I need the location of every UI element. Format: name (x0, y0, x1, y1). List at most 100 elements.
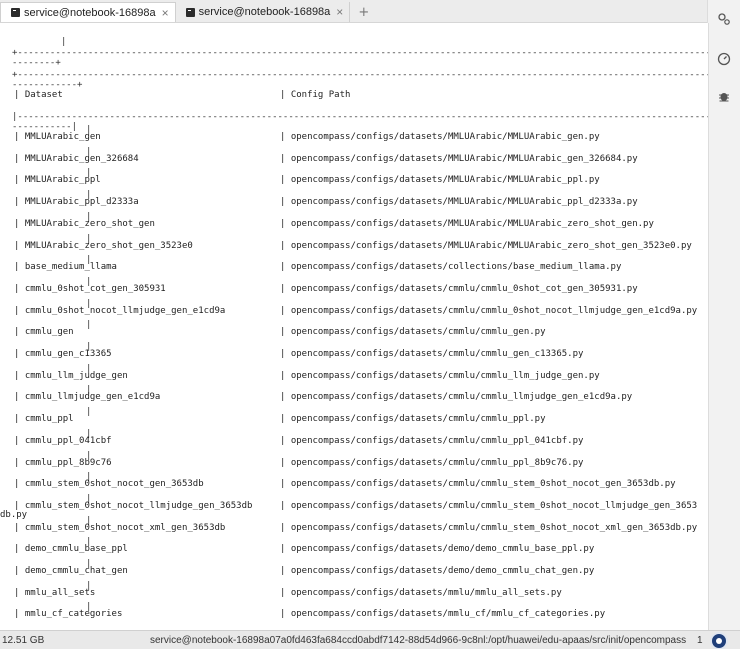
config-path-cell: | opencompass/configs/datasets/MMLUArabi… (280, 153, 638, 164)
table-row: | | mmlu_cf_categories | opencompass/confi… (0, 602, 700, 624)
right-toolbar (707, 0, 740, 630)
config-path-cell: | opencompass/configs/datasets/cmmlu/cmm… (280, 500, 698, 511)
dataset-cell: | MMLUArabic_ppl_d2333a (14, 197, 139, 208)
config-path-cell: | opencompass/configs/datasets/cmmlu/cmm… (280, 283, 638, 294)
table-top-border: +---------------------------------------… (12, 48, 708, 58)
table-row: | | cmmlu_gen | opencompass/configs/datase… (0, 320, 700, 342)
add-tab-button[interactable]: + (350, 2, 377, 22)
terminal-app: service@notebook-16898a × service@notebo… (0, 0, 740, 649)
table-top-border-wrap: --------+ (12, 58, 61, 68)
dataset-cell: | cmmlu_stem_0shot_nocot_xml_gen_3653db (14, 522, 226, 533)
table-row: | | cmmlu_stem_0shot_nocot_xml_gen_3653db… (0, 516, 700, 538)
config-path-cell: | opencompass/configs/datasets/cmmlu/cmm… (280, 522, 698, 533)
dataset-cell: | cmmlu_ppl_8b9c76 (14, 457, 112, 468)
dataset-cell: | base_medium_llama (14, 262, 117, 273)
dataset-cell: | cmmlu_stem_0shot_nocot_llmjudge_gen_36… (14, 500, 253, 511)
config-path-cell: | opencompass/configs/datasets/cmmlu/cmm… (280, 305, 698, 316)
dataset-cell: | cmmlu_llm_judge_gen (14, 370, 128, 381)
config-path-cell: | opencompass/configs/datasets/MMLUArabi… (280, 240, 692, 251)
config-path-cell: | opencompass/configs/datasets/cmmlu/cmm… (280, 370, 600, 381)
table-row: | | cmmlu_llm_judge_gen | opencompass/conf… (0, 364, 700, 386)
config-path-cell: | opencompass/configs/datasets/cmmlu/cmm… (280, 327, 546, 338)
dataset-cell: | MMLUArabic_zero_shot_gen (14, 218, 155, 229)
tab-terminal-1[interactable]: service@notebook-16898a × (0, 2, 176, 22)
tab-label: service@notebook-16898a (198, 6, 331, 18)
table-row: | | MMLUArabic_zero_shot_gen_3523e0 | open… (0, 234, 700, 256)
memory-usage: 12.51 GB (2, 635, 45, 646)
dataset-cell: | MMLUArabic_gen (14, 132, 101, 142)
cursor-mark: | (61, 37, 67, 47)
header-separator: |---------------------------------------… (12, 112, 708, 122)
header-border: +---------------------------------------… (12, 70, 708, 80)
header-dataset: | Dataset (14, 90, 63, 100)
terminal-output[interactable]: | +-------------------------------------… (0, 23, 709, 630)
config-path-cell: | opencompass/configs/datasets/mmlu/mmlu… (280, 587, 562, 598)
terminal-icon (185, 7, 195, 17)
dataset-cell: | cmmlu_ppl_041cbf (14, 435, 112, 446)
dataset-cell: | demo_cmmlu_base_ppl (14, 544, 128, 555)
config-path-cell: | opencompass/configs/datasets/MMLUArabi… (280, 132, 600, 142)
close-icon[interactable]: × (162, 6, 169, 20)
config-path-cell: | opencompass/configs/datasets/cmmlu/cmm… (280, 414, 546, 425)
dataset-cell: | cmmlu_0shot_cot_gen_305931 (14, 283, 166, 294)
dataset-cell: | cmmlu_ppl (14, 414, 74, 425)
tab-label: service@notebook-16898a (24, 6, 156, 19)
table-row: | | cmmlu_0shot_cot_gen_305931 | opencompa… (0, 277, 700, 299)
table-header-row: | Dataset | Config Path (0, 83, 700, 105)
table-row: | | cmmlu_llmjudge_gen_e1cd9a | opencompas… (0, 385, 700, 407)
table-row: | | cmmlu_ppl_8b9c76 | opencompass/configs… (0, 451, 700, 473)
config-path-cell: | opencompass/configs/datasets/cmmlu/cmm… (280, 349, 584, 359)
dataset-cell: | MMLUArabic_zero_shot_gen_3523e0 (14, 240, 193, 251)
dataset-cell: | cmmlu_gen (14, 327, 74, 338)
table-row: | | MMLUArabic_ppl_d2333a | opencompass/co… (0, 190, 700, 212)
dashboard-icon[interactable] (717, 52, 731, 66)
assistant-icon[interactable] (710, 632, 728, 649)
status-bar: 12.51 GB service@notebook-16898a07a0fd46… (0, 630, 740, 649)
close-icon[interactable]: × (336, 5, 343, 19)
terminal-icon (11, 8, 20, 17)
config-path-cell: | opencompass/configs/datasets/demo/demo… (280, 544, 595, 555)
dataset-cell: | mmlu_all_sets (14, 587, 96, 598)
settings-icon[interactable] (717, 12, 731, 26)
table-row: | | cmmlu_gen_c13365 | opencompass/configs… (0, 342, 700, 364)
config-path-cell: | opencompass/configs/datasets/cmmlu/cmm… (280, 435, 584, 446)
table-row: | | demo_cmmlu_base_ppl | opencompass/conf… (0, 537, 700, 559)
dataset-cell: | mmlu_cf_categories (14, 609, 123, 620)
config-path-cell: | opencompass/configs/datasets/cmmlu/cmm… (280, 392, 633, 403)
config-path-cell: | opencompass/configs/datasets/collectio… (280, 262, 622, 273)
table-row: | | cmmlu_ppl_041cbf | opencompass/configs… (0, 429, 700, 451)
session-path: service@notebook-16898a07a0fd463fa684ccd… (150, 635, 687, 646)
table-row: | | cmmlu_stem_0shot_nocot_llmjudge_gen_3… (0, 494, 700, 520)
tab-terminal-2[interactable]: service@notebook-16898a × (175, 2, 351, 22)
dataset-cell: | demo_cmmlu_chat_gen (14, 566, 128, 576)
config-path-cell: | opencompass/configs/datasets/demo/demo… (280, 566, 595, 576)
table-row: | | MMLUArabic_gen | opencompass/configs/d… (0, 125, 700, 147)
config-path-cell: | opencompass/configs/datasets/cmmlu/cmm… (280, 479, 676, 490)
header-config-path: | Config Path (280, 90, 351, 100)
config-path-cell: | opencompass/configs/datasets/MMLUArabi… (280, 175, 600, 186)
table-row: | | MMLUArabic_gen_326684 | opencompass/co… (0, 147, 700, 169)
config-path-cell: | opencompass/configs/datasets/mmlu_cf/m… (280, 609, 606, 620)
dataset-cell: | MMLUArabic_gen_326684 (14, 153, 139, 164)
session-count: 1 (697, 635, 703, 646)
dataset-cell: | cmmlu_stem_0shot_nocot_gen_3653db (14, 479, 204, 490)
table-row: | | MMLUArabic_zero_shot_gen | opencompass… (0, 212, 700, 234)
tab-bar: service@notebook-16898a × service@notebo… (0, 0, 708, 23)
table-row: | | MMLUArabic_ppl | opencompass/configs/d… (0, 168, 700, 190)
dataset-cell: | cmmlu_gen_c13365 (14, 349, 112, 359)
table-row: | | base_medium_llama | opencompass/config… (0, 255, 700, 277)
config-path-cell: | opencompass/configs/datasets/MMLUArabi… (280, 218, 654, 229)
table-row: | | cmmlu_ppl | opencompass/configs/datase… (0, 407, 700, 429)
wrap-mark: | (86, 320, 92, 331)
table-row: | | mmlu_all_sets | opencompass/configs/da… (0, 581, 700, 603)
bug-icon[interactable] (717, 89, 731, 103)
dataset-cell: | MMLUArabic_ppl (14, 175, 101, 186)
table-row: | | demo_cmmlu_chat_gen | opencompass/conf… (0, 559, 700, 581)
config-path-cell: | opencompass/configs/datasets/MMLUArabi… (280, 197, 638, 208)
table-row: | | cmmlu_stem_0shot_nocot_gen_3653db | op… (0, 472, 700, 494)
table-row: | | cmmlu_0shot_nocot_llmjudge_gen_e1cd9a… (0, 299, 700, 321)
dataset-cell: | cmmlu_0shot_nocot_llmjudge_gen_e1cd9a (14, 305, 226, 316)
config-path-cell: | opencompass/configs/datasets/cmmlu/cmm… (280, 457, 584, 468)
wrap-mark: | (86, 407, 92, 418)
dataset-cell: | cmmlu_llmjudge_gen_e1cd9a (14, 392, 161, 403)
